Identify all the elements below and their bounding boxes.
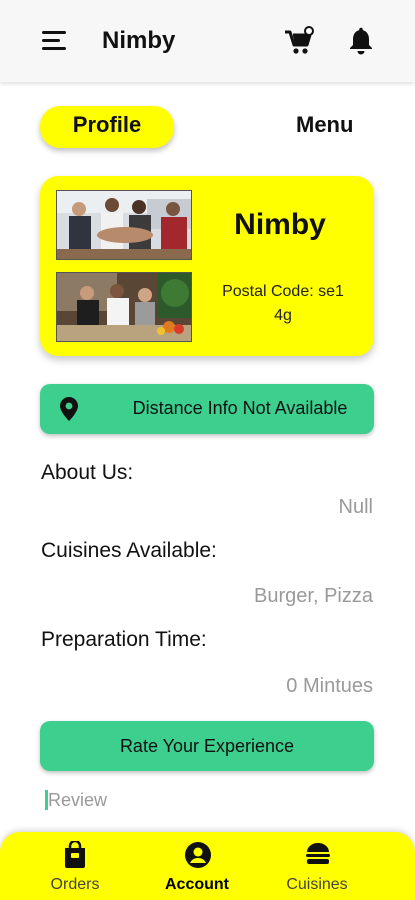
bottom-navigation: Orders Account Cuisines bbox=[0, 832, 415, 900]
about-us-label: About Us: bbox=[41, 461, 134, 484]
app-bar: Nimby bbox=[0, 0, 415, 82]
cuisines-available-label: Cuisines Available: bbox=[41, 539, 217, 562]
orders-bag-icon bbox=[65, 841, 85, 868]
burger-icon bbox=[306, 843, 330, 864]
shopping-cart-icon[interactable] bbox=[283, 26, 315, 58]
postal-code-line2: 4g bbox=[274, 307, 292, 324]
distance-info-label: Distance Info Not Available bbox=[132, 398, 348, 418]
nav-item-orders[interactable]: Orders bbox=[20, 832, 130, 900]
preparation-time-label: Preparation Time: bbox=[41, 628, 207, 651]
distance-info-button[interactable]: Distance Info Not Available bbox=[40, 384, 374, 434]
about-us-value: Null bbox=[338, 496, 373, 518]
nav-item-account[interactable]: Account bbox=[142, 832, 252, 900]
nav-item-cuisines[interactable]: Cuisines bbox=[262, 832, 372, 900]
kitchen-staff-photo bbox=[56, 272, 192, 342]
notification-bell-icon[interactable] bbox=[346, 26, 376, 56]
cuisines-available-value: Burger, Pizza bbox=[254, 585, 373, 607]
rate-experience-button[interactable]: Rate Your Experience bbox=[40, 721, 374, 771]
team-hands-photo bbox=[56, 190, 192, 260]
nav-label-orders: Orders bbox=[50, 876, 100, 893]
tab-profile[interactable]: Profile bbox=[40, 106, 174, 148]
review-placeholder: Review bbox=[48, 790, 108, 810]
postal-code: Postal Code: se1 4g bbox=[208, 280, 358, 328]
restaurant-profile-card: Nimby Postal Code: se1 4g bbox=[40, 176, 374, 356]
postal-code-line1: Postal Code: se1 bbox=[222, 283, 344, 300]
tab-menu[interactable]: Menu bbox=[296, 112, 353, 138]
nav-label-cuisines: Cuisines bbox=[286, 876, 348, 893]
account-circle-icon bbox=[185, 842, 211, 868]
restaurant-name: Nimby bbox=[234, 208, 326, 241]
app-title: Nimby bbox=[102, 27, 176, 54]
location-pin-icon bbox=[60, 397, 78, 421]
hamburger-menu-icon[interactable] bbox=[42, 31, 68, 51]
review-input[interactable]: Review bbox=[44, 786, 244, 814]
nav-label-account: Account bbox=[165, 876, 229, 893]
preparation-time-value: 0 Mintues bbox=[286, 675, 373, 697]
